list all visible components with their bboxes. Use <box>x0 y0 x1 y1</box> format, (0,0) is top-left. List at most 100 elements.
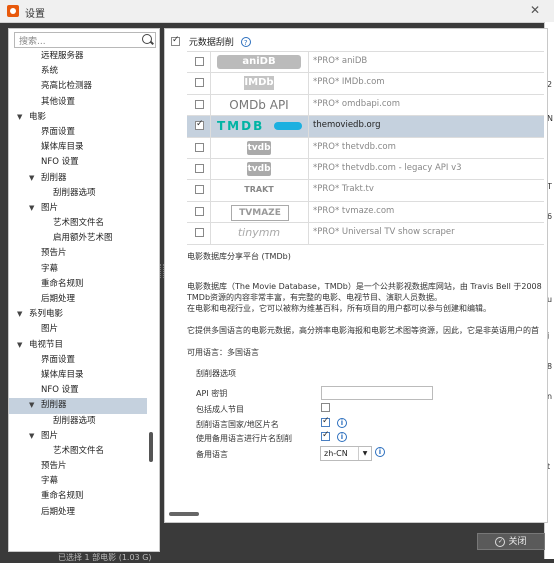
scraper-name: *PRO* omdbapi.com <box>313 98 401 109</box>
tree-item-label: 其他设置 <box>41 96 76 107</box>
info-icon[interactable]: i <box>337 418 347 428</box>
expand-arrow-icon[interactable]: ▼ <box>29 398 34 413</box>
tree-item[interactable]: 字幕 <box>9 262 147 277</box>
settings-tree: 远程服务器 系统 亮高比检测器 其他设置 ▼ 电影 界面设置 媒体库目录 NFO 设置 ▼ 刮削器刮… <box>9 49 147 520</box>
fallback-language-select[interactable]: zh-CN ▼ <box>320 446 372 461</box>
tree-item[interactable]: ▼ 电影 <box>9 110 147 125</box>
tree-item[interactable]: 预告片 <box>9 246 147 261</box>
expand-arrow-icon[interactable]: ▼ <box>17 338 22 353</box>
tree-item[interactable]: 后期处理 <box>9 505 147 520</box>
column-divider <box>308 94 309 116</box>
tree-item[interactable]: 重命名规则 <box>9 489 147 504</box>
scraper-checkbox[interactable] <box>195 228 204 238</box>
tree-item[interactable]: ▼ 图片 <box>9 201 147 216</box>
tree-item[interactable]: ▼ 刮削器 <box>9 398 147 414</box>
scraper-row[interactable]: tvdb *PRO* thetvdb.com <box>187 137 544 159</box>
tree-item[interactable]: 界面设置 <box>9 353 147 368</box>
scraper-row[interactable]: OMDb API *PRO* omdbapi.com <box>187 94 544 117</box>
info-icon[interactable]: i <box>337 432 347 442</box>
languages-text: 可用语言：多国语言 <box>187 348 259 357</box>
expand-arrow-icon[interactable]: ▼ <box>17 110 22 125</box>
expand-arrow-icon[interactable]: ▼ <box>17 307 22 322</box>
expand-arrow-icon[interactable]: ▼ <box>29 201 34 216</box>
tree-item[interactable]: 媒体库目录 <box>9 140 147 155</box>
scraper-checkbox[interactable] <box>195 185 204 195</box>
tree-item[interactable]: 刮削器选项 <box>9 414 147 429</box>
info-icon[interactable]: i <box>375 447 385 457</box>
nav-scrollbar-thumb[interactable] <box>149 432 153 462</box>
tree-item[interactable]: 图片 <box>9 322 147 337</box>
scraper-row[interactable]: IMDb *PRO* IMDb.com <box>187 73 544 95</box>
tree-item[interactable]: 艺术图文件名 <box>9 216 147 231</box>
tree-item[interactable]: ▼ 系列电影 <box>9 307 147 322</box>
tree-item[interactable]: 亮高比检测器 <box>9 79 147 94</box>
omdb-logo: OMDb API <box>229 97 289 112</box>
tree-item[interactable]: 重命名规则 <box>9 277 147 292</box>
settings-nav-panel: 搜索... 远程服务器 系统 亮高比检测器 其他设置 ▼ 电影 界面设置 媒体库目录 NFO 设… <box>8 28 160 552</box>
window-close-icon[interactable]: ✕ <box>530 3 540 17</box>
tree-item-label: 艺术图文件名 <box>53 218 105 229</box>
country-title-checkbox[interactable] <box>321 416 330 427</box>
fallback-title-checkbox[interactable] <box>321 430 330 441</box>
scraper-row[interactable]: TVMAZE *PRO* tvmaze.com <box>187 201 544 224</box>
nav-scrollbar[interactable] <box>148 49 154 549</box>
column-divider <box>210 52 211 73</box>
scraper-checkbox[interactable] <box>195 119 204 131</box>
tmdb-logo-bar <box>274 122 302 131</box>
column-divider <box>210 180 211 201</box>
close-button[interactable]: ✓ 关闭 <box>477 533 545 550</box>
expand-arrow-icon[interactable]: ▼ <box>29 429 34 444</box>
tree-item[interactable]: 远程服务器 <box>9 49 147 64</box>
tree-item-label: 字幕 <box>41 476 59 487</box>
tree-item[interactable]: NFO 设置 <box>9 383 147 398</box>
scraper-checkbox[interactable] <box>195 163 204 173</box>
tree-item-label: 字幕 <box>41 263 59 274</box>
fallback-language-value: zh-CN <box>324 449 348 458</box>
tree-item-label: 刮削器 <box>41 172 67 183</box>
search-input[interactable]: 搜索... <box>14 32 156 48</box>
scraper-row[interactable]: aniDB *PRO* aniDB <box>187 52 544 74</box>
scraper-checkbox[interactable] <box>195 99 204 109</box>
scraper-checkbox[interactable] <box>195 57 204 66</box>
section-title: 元数据刮削 <box>188 38 234 48</box>
scraper-row[interactable]: tinymm *PRO* Universal TV show scraper <box>187 223 544 245</box>
tree-item[interactable]: 刮削器选项 <box>9 186 147 201</box>
chevron-down-icon[interactable]: ▼ <box>358 447 371 460</box>
section-enable-checkbox[interactable] <box>171 35 180 46</box>
scraper-row[interactable]: tvdb *PRO* thetvdb.com - legacy API v3 <box>187 158 544 181</box>
tree-item-label: NFO 设置 <box>41 157 79 168</box>
scraper-checkbox[interactable] <box>195 78 204 88</box>
adult-checkbox[interactable] <box>321 403 330 412</box>
tree-item-label: 亮高比检测器 <box>41 81 93 92</box>
tree-item[interactable]: 其他设置 <box>9 95 147 110</box>
horizontal-scrollbar[interactable] <box>167 512 544 517</box>
tree-item[interactable]: 系统 <box>9 64 147 79</box>
tree-item[interactable]: 后期处理 <box>9 292 147 307</box>
search-icon[interactable] <box>142 34 152 44</box>
tree-item[interactable]: 预告片 <box>9 459 147 474</box>
tree-item[interactable]: ▼ 刮削器 <box>9 171 147 186</box>
scraper-checkbox[interactable] <box>195 142 204 152</box>
scraper-row[interactable]: TMDBthemoviedb.org <box>187 116 544 138</box>
tree-item[interactable]: ▼ 图片 <box>9 429 147 444</box>
tree-item[interactable]: NFO 设置 <box>9 155 147 170</box>
horizontal-scrollbar-thumb[interactable] <box>169 512 199 516</box>
app-logo-icon <box>7 5 19 17</box>
adult-label: 包括成人节目 <box>196 405 244 414</box>
tree-item[interactable]: 字幕 <box>9 474 147 489</box>
scraper-name: *PRO* Universal TV show scraper <box>313 227 455 238</box>
column-divider <box>308 137 309 158</box>
scraper-name: *PRO* tvmaze.com <box>313 205 395 216</box>
tvdb-logo: tvdb <box>247 161 271 176</box>
tree-item[interactable]: 艺术图文件名 <box>9 444 147 459</box>
tree-item[interactable]: 媒体库目录 <box>9 368 147 383</box>
scraper-checkbox[interactable] <box>195 206 204 216</box>
expand-arrow-icon[interactable]: ▼ <box>29 171 34 186</box>
tree-item[interactable]: 启用额外艺术图 <box>9 231 147 246</box>
tree-item[interactable]: ▼ 电视节目 <box>9 338 147 353</box>
tree-item-label: 后期处理 <box>41 506 76 517</box>
api-key-input[interactable] <box>321 386 433 400</box>
scraper-row[interactable]: TRAKT *PRO* Trakt.tv <box>187 180 544 202</box>
tree-item[interactable]: 界面设置 <box>9 125 147 140</box>
help-icon[interactable]: ? <box>240 36 251 47</box>
